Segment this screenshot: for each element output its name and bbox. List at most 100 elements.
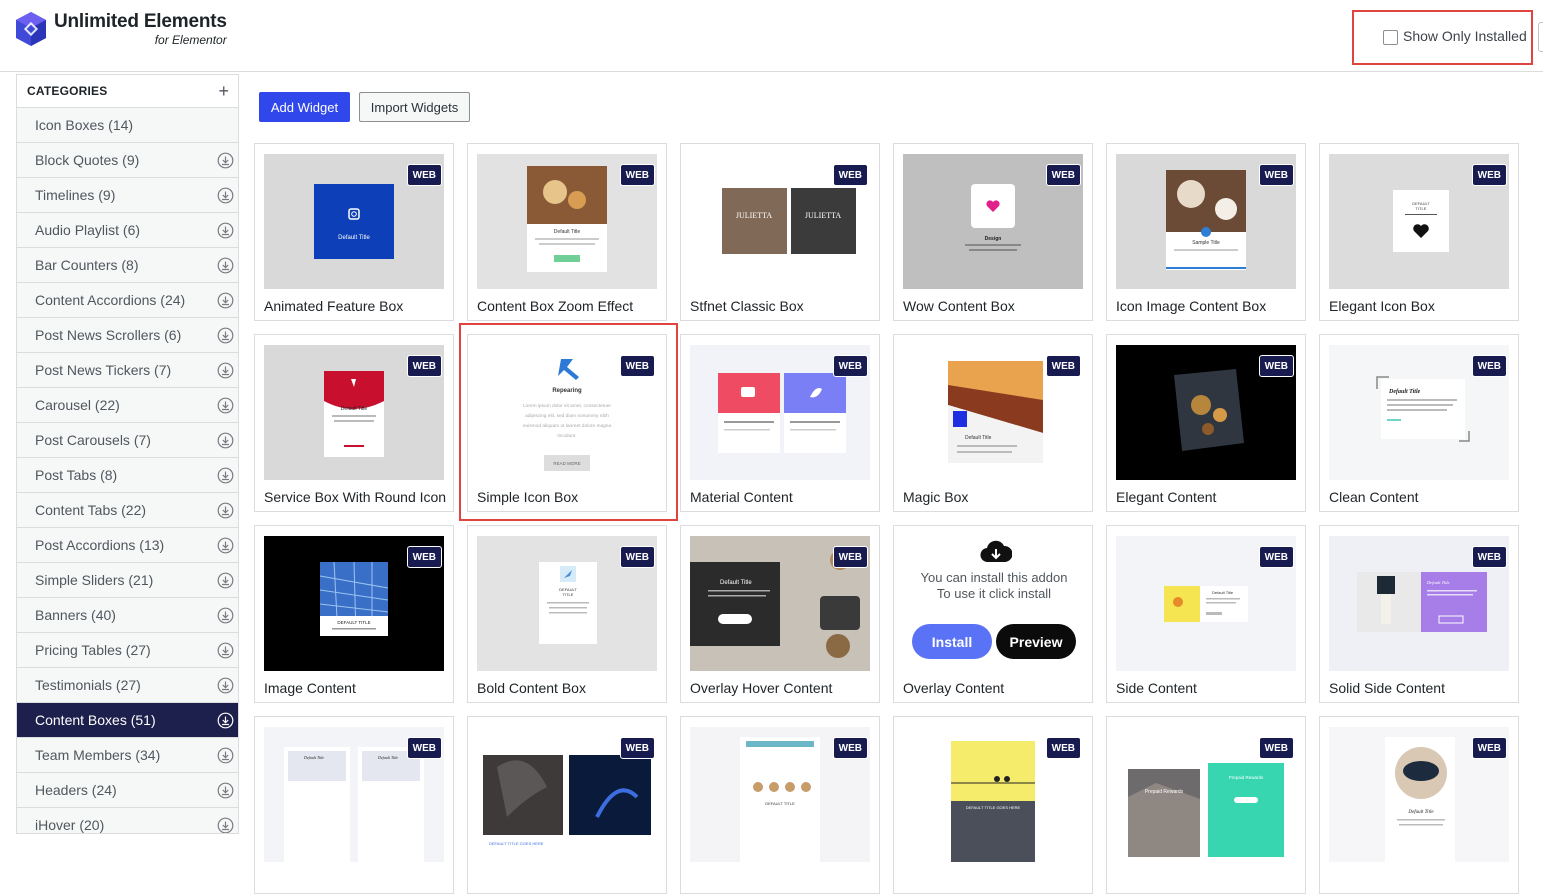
web-badge: WEB [1045,164,1081,186]
sidebar-item-carousel[interactable]: Carousel (22) [17,388,238,423]
preview-button[interactable]: Preview [996,624,1076,659]
svg-text:Default Title: Default Title [1212,590,1234,595]
sidebar-item-icon-boxes[interactable]: Icon Boxes (14) [17,108,238,143]
download-icon[interactable] [217,327,234,344]
widget-card[interactable]: Sample Title WEB Icon Image Content Box [1106,143,1306,321]
download-icon[interactable] [217,397,234,414]
widget-card[interactable]: Default Title Default Title WEB [254,716,454,894]
sidebar-item-pricing-tables[interactable]: Pricing Tables (27) [17,633,238,668]
widget-card[interactable]: Default Title WEB Service Box With Round I… [254,334,454,512]
sidebar-item-content-tabs[interactable]: Content Tabs (22) [17,493,238,528]
widget-card[interactable]: DEFAULT TITLE WEB Elegant Icon Box [1319,143,1519,321]
top-header: Unlimited Elements for Elementor Show On… [0,0,1543,72]
download-icon[interactable] [217,292,234,309]
widget-card[interactable]: Prepaid Rewards Prepaid Rewards WEB [1106,716,1306,894]
download-icon[interactable] [217,537,234,554]
download-icon[interactable] [217,712,234,729]
web-badge: WEB [1471,546,1507,568]
widget-card[interactable]: Default Title WEB Animated Feature Box [254,143,454,321]
widget-card[interactable]: DEFAULT TITLE WEB Bold Content Box [467,525,667,703]
add-widget-button[interactable]: Add Widget [259,92,350,122]
widget-card[interactable]: Default Title WEB Content Box Zoom Effect [467,143,667,321]
download-icon[interactable] [217,222,234,239]
download-icon[interactable] [217,817,234,834]
sidebar-item-audio-playlist[interactable]: Audio Playlist (6) [17,213,238,248]
download-icon[interactable] [217,502,234,519]
cloud-download-icon [980,540,1012,563]
download-icon[interactable] [217,362,234,379]
show-only-installed-label[interactable]: Show Only Installed [1403,28,1527,44]
sidebar-item-testimonials[interactable]: Testimonials (27) [17,668,238,703]
sidebar-item-label: Timelines (9) [35,187,116,203]
sidebar-item-headers[interactable]: Headers (24) [17,773,238,808]
widget-card[interactable]: Design WEB Wow Content Box [893,143,1093,321]
svg-text:Default Title: Default Title [554,229,581,235]
widget-card[interactable]: DEFAULT TITLE WEB Image Content [254,525,454,703]
widget-card[interactable]: Default Title WEB Clean Content [1319,334,1519,512]
sidebar-item-banners[interactable]: Banners (40) [17,598,238,633]
sidebar-item-timelines[interactable]: Timelines (9) [17,178,238,213]
svg-text:Prepaid Rewards: Prepaid Rewards [1229,775,1264,780]
widget-card[interactable]: You can install this addon To use it clic… [893,525,1093,703]
sidebar-item-bar-counters[interactable]: Bar Counters (8) [17,248,238,283]
download-icon[interactable] [217,572,234,589]
download-icon[interactable] [217,152,234,169]
sidebar-item-content-accordions[interactable]: Content Accordions (24) [17,283,238,318]
widget-name: Material Content [690,489,793,505]
svg-text:Default Title: Default Title [1426,580,1450,585]
widget-card[interactable]: DEFAULT TITLE WEB [680,716,880,894]
show-only-installed-checkbox[interactable] [1383,30,1398,45]
sidebar-item-post-news-tickers[interactable]: Post News Tickers (7) [17,353,238,388]
sidebar-item-post-tabs[interactable]: Post Tabs (8) [17,458,238,493]
sidebar-item-content-boxes[interactable]: Content Boxes (51) [17,703,238,738]
widget-card[interactable]: Default Title WEB Side Content [1106,525,1306,703]
sidebar-item-post-carousels[interactable]: Post Carousels (7) [17,423,238,458]
svg-text:Default Title: Default Title [341,406,368,412]
widget-card[interactable]: Default Title WEB Solid Side Content [1319,525,1519,703]
sidebar-item-label: Post News Tickers (7) [35,362,172,378]
widget-name: Service Box With Round Icon [264,489,447,505]
web-badge: WEB [832,164,868,186]
sidebar-item-block-quotes[interactable]: Block Quotes (9) [17,143,238,178]
widget-card[interactable]: JULIETTA JULIETTA WEB Stfnet Classic Box [680,143,880,321]
sidebar-item-team-members[interactable]: Team Members (34) [17,738,238,773]
widget-card[interactable]: WEB Material Content [680,334,880,512]
svg-text:Prepaid Rewards: Prepaid Rewards [1145,789,1184,795]
web-badge: WEB [619,737,655,759]
plus-icon[interactable]: + [218,81,229,102]
web-badge: WEB [832,355,868,377]
download-icon[interactable] [217,467,234,484]
header-right-edge-control[interactable] [1538,22,1543,52]
widget-card[interactable]: Default Title WEB [1319,716,1519,894]
download-icon[interactable] [217,432,234,449]
download-icon[interactable] [217,642,234,659]
svg-text:Default Title: Default Title [303,755,324,760]
sidebar-item-post-accordions[interactable]: Post Accordions (13) [17,528,238,563]
web-badge: WEB [619,546,655,568]
import-widgets-button[interactable]: Import Widgets [359,92,470,122]
widget-card[interactable]: Default Title WEB Overlay Hover Content [680,525,880,703]
svg-text:JULIETTA: JULIETTA [805,211,841,220]
show-only-installed-toggle[interactable]: Show Only Installed [1352,10,1533,65]
widget-card[interactable]: DEFAULT TITLE GOES HERE WEB [893,716,1093,894]
web-badge: WEB [1045,737,1081,759]
download-icon[interactable] [217,782,234,799]
widget-name: Overlay Hover Content [690,680,833,696]
sidebar-item-post-news-scrollers[interactable]: Post News Scrollers (6) [17,318,238,353]
sidebar-item-label: Post Accordions (13) [35,537,165,553]
sidebar-item-ihover[interactable]: iHover (20) [17,808,238,834]
download-icon[interactable] [217,747,234,764]
download-icon[interactable] [217,677,234,694]
widget-card[interactable]: Default Title WEB Magic Box [893,334,1093,512]
web-badge: WEB [1471,355,1507,377]
svg-text:Default Title: Default Title [338,235,370,241]
sidebar-item-simple-sliders[interactable]: Simple Sliders (21) [17,563,238,598]
install-button[interactable]: Install [912,624,992,659]
download-icon[interactable] [217,187,234,204]
download-icon[interactable] [217,257,234,274]
widget-card[interactable]: DEFAULT TITLE GOES HERE WEB [467,716,667,894]
download-icon[interactable] [217,607,234,624]
sidebar-item-label: Pricing Tables (27) [35,642,151,658]
widget-card[interactable]: WEB Elegant Content [1106,334,1306,512]
web-badge: WEB [1258,164,1294,186]
